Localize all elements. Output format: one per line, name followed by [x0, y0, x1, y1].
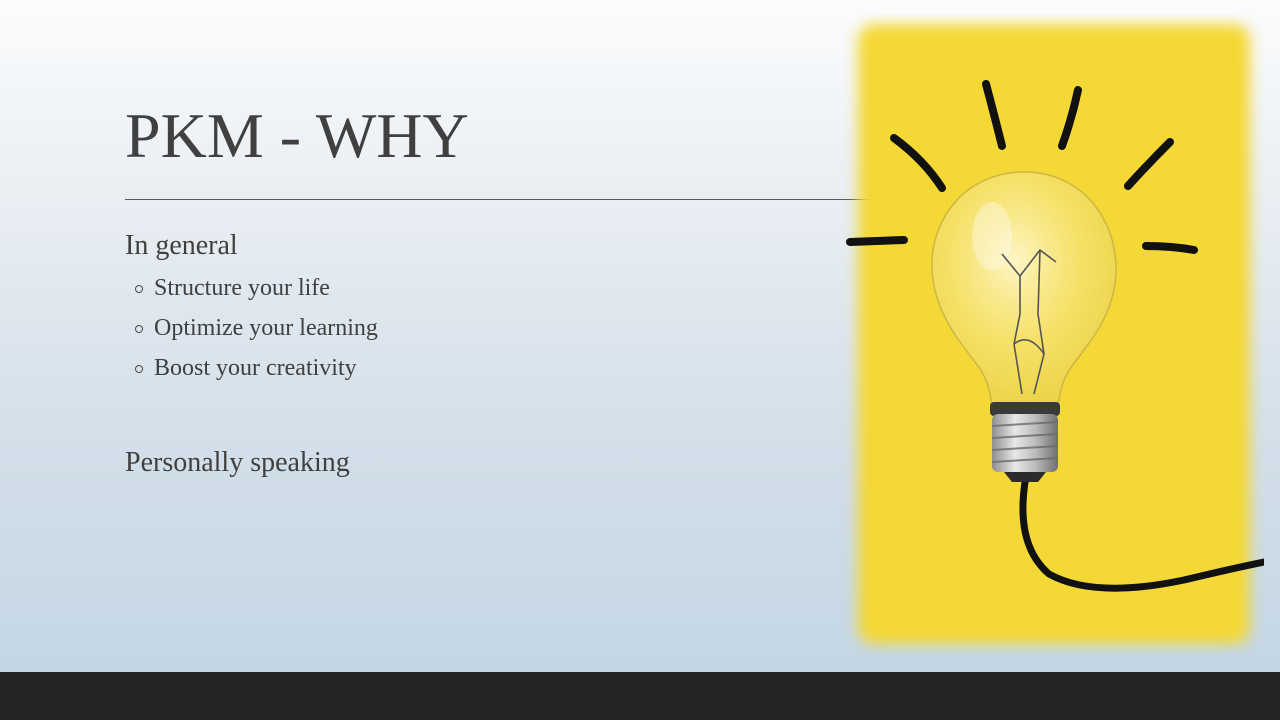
bullet-circle-icon: [135, 365, 143, 373]
list-item: Structure your life: [135, 268, 378, 308]
slide-title: PKM - WHY: [125, 100, 469, 171]
slide: PKM - WHY In general Structure your life…: [0, 0, 1280, 672]
lightbulb-icon: [846, 24, 1264, 644]
bullet-text: Structure your life: [154, 274, 330, 301]
lightbulb-image: [844, 14, 1264, 654]
bullet-circle-icon: [135, 285, 143, 293]
bullet-list: Structure your life Optimize your learni…: [135, 268, 378, 388]
title-divider: [125, 199, 880, 200]
section-heading-personal: Personally speaking: [125, 447, 350, 478]
list-item: Boost your creativity: [135, 348, 378, 388]
list-item: Optimize your learning: [135, 308, 378, 348]
bullet-text: Boost your creativity: [154, 354, 357, 381]
footer-bar: [0, 672, 1280, 720]
bullet-text: Optimize your learning: [154, 314, 378, 341]
section-heading-general: In general: [125, 230, 238, 261]
bullet-circle-icon: [135, 325, 143, 333]
